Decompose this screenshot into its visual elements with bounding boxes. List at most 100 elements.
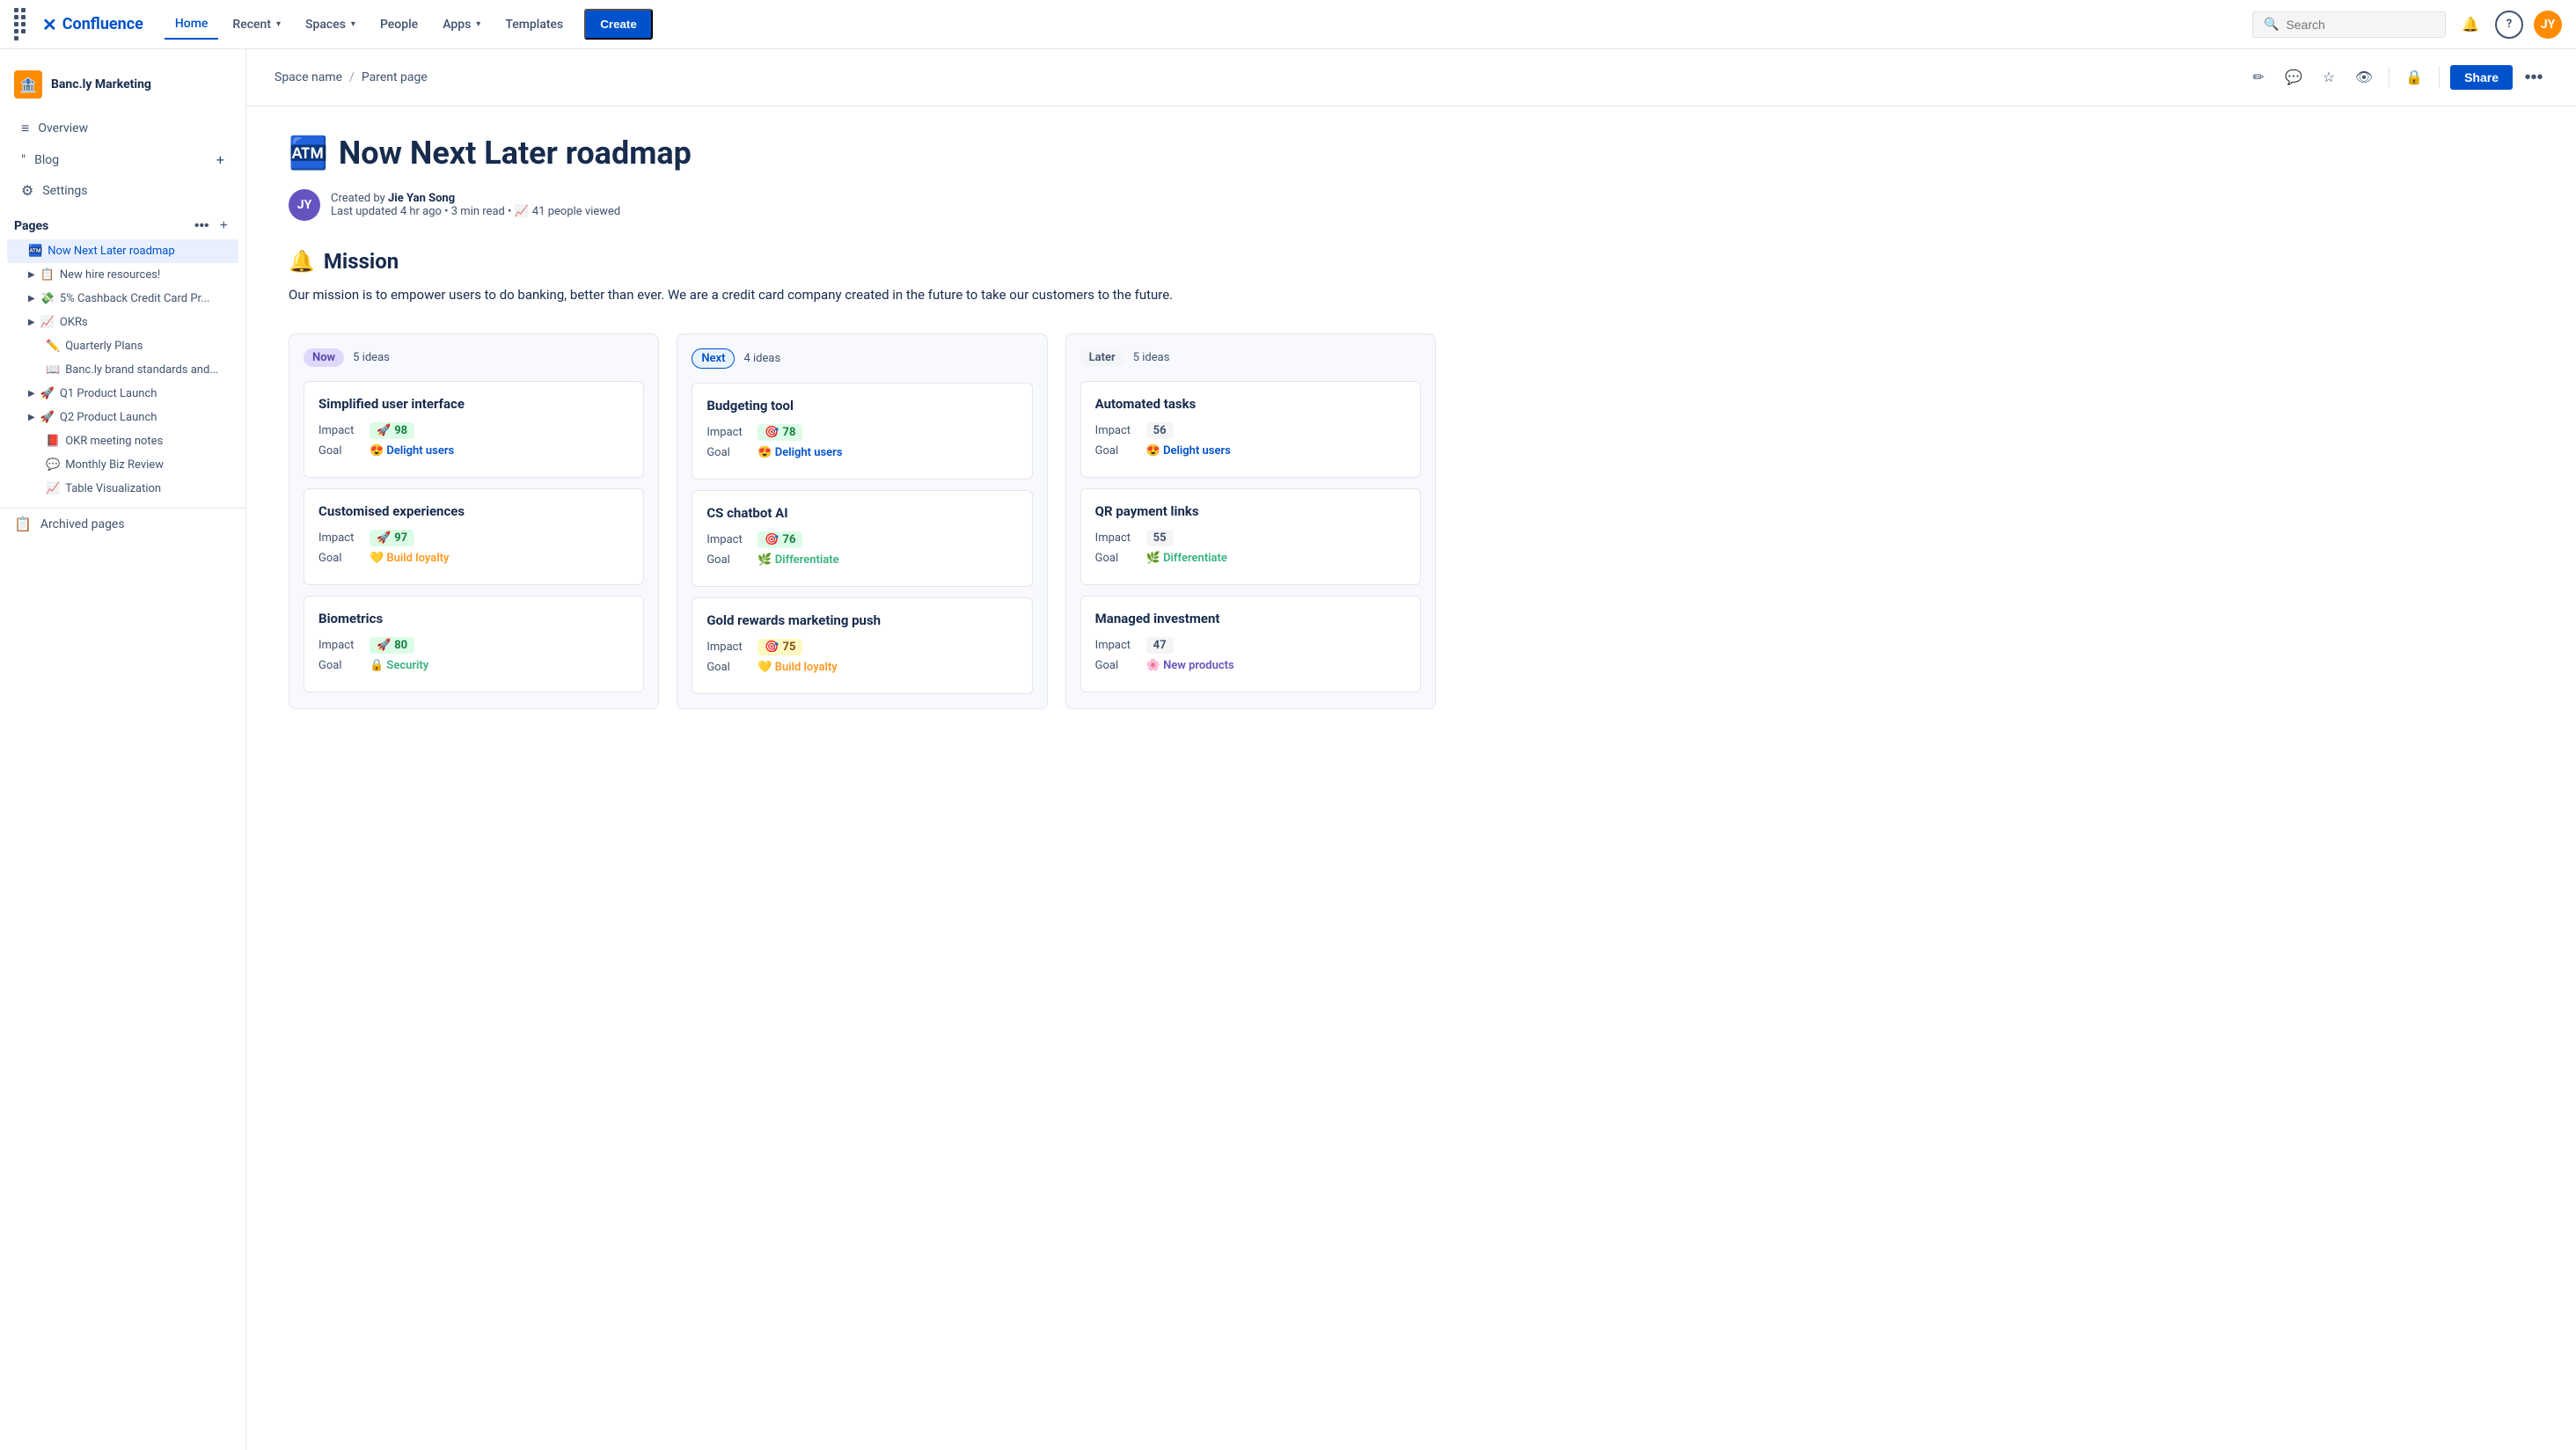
sidebar-page-quarterly[interactable]: ✏️ Quarterly Plans [7, 334, 238, 358]
impact-label: Impact [1095, 531, 1139, 545]
author-created: Created by Jie Yan Song [331, 192, 620, 205]
restrict-button[interactable]: 🔒 [2400, 63, 2428, 92]
sidebar-page-okr-notes[interactable]: 📕 OKR meeting notes [7, 429, 238, 453]
page-title-section: 🏧 Now Next Later roadmap [289, 135, 1436, 172]
author-avatar: JY [289, 189, 320, 221]
card-title: Gold rewards marketing push [706, 612, 1017, 628]
star-button[interactable]: ☆ [2315, 63, 2343, 92]
more-actions-button[interactable]: ••• [2520, 63, 2548, 92]
idea-card-1[interactable]: QR payment links Impact 55 Goal 🌿 Differ… [1080, 488, 1421, 585]
sidebar-page-new-hire[interactable]: ▶ 📋 New hire resources! [7, 263, 238, 287]
column-badge: Later [1080, 348, 1124, 367]
pages-add-button[interactable]: + [216, 216, 231, 236]
card-goal-row: Goal 🌿 Differentiate [1095, 552, 1406, 565]
idea-card-1[interactable]: CS chatbot AI Impact 🎯76 Goal 🌿 Differen… [692, 490, 1032, 587]
sidebar-page-q1[interactable]: ▶ 🚀 Q1 Product Launch [7, 382, 238, 406]
goal-label: Goal [318, 444, 362, 458]
sidebar-settings[interactable]: ⚙ Settings [7, 175, 238, 206]
chevron-right-icon: ▶ [28, 318, 35, 327]
impact-badge: 🎯76 [757, 531, 802, 548]
goal-value: 😍 Delight users [370, 444, 454, 458]
nav-people[interactable]: People [370, 11, 428, 39]
grid-menu-button[interactable] [14, 8, 30, 40]
impact-badge: 🚀80 [370, 637, 414, 654]
card-title: Customised experiences [318, 503, 629, 519]
notifications-button[interactable]: 🔔 [2456, 11, 2485, 39]
idea-card-0[interactable]: Simplified user interface Impact 🚀98 Goa… [304, 381, 644, 478]
blog-add-icon[interactable]: + [216, 151, 224, 168]
breadcrumb-parent[interactable]: Parent page [362, 70, 428, 84]
nav-spaces[interactable]: Spaces▾ [295, 11, 366, 39]
impact-badge: 56 [1146, 422, 1174, 439]
user-avatar[interactable]: JY [2534, 11, 2562, 39]
page-title: Now Next Later roadmap [339, 135, 692, 172]
nav-home[interactable]: Home [165, 10, 219, 40]
watch-button[interactable]: 👁 [2350, 63, 2378, 92]
goal-value: 😍 Delight users [1146, 444, 1231, 458]
sidebar-page-okrs[interactable]: ▶ 📈 OKRs [7, 311, 238, 334]
top-navigation: ✕ Confluence Home Recent▾ Spaces▾ People… [0, 0, 2576, 49]
goal-value: 🔒 Security [370, 659, 428, 672]
idea-card-0[interactable]: Budgeting tool Impact 🎯78 Goal 😍 Delight… [692, 383, 1032, 480]
impact-badge: 🚀98 [370, 422, 414, 439]
column-header: Later 5 ideas [1080, 348, 1421, 367]
sidebar-overview[interactable]: ≡ Overview [7, 113, 238, 144]
search-input[interactable] [2286, 18, 2434, 32]
mission-title: 🔔 Mission [289, 249, 1436, 274]
create-button[interactable]: Create [584, 9, 653, 40]
card-title: CS chatbot AI [706, 505, 1017, 521]
card-title: Budgeting tool [706, 398, 1017, 414]
chevron-right-icon: ▶ [28, 270, 35, 280]
card-goal-row: Goal 😍 Delight users [1095, 444, 1406, 458]
card-impact-row: Impact 55 [1095, 530, 1406, 546]
goal-value: 🌸 New products [1146, 659, 1234, 672]
main-content: Space name / Parent page ✏ 💬 ☆ 👁 🔒 Share… [246, 49, 2576, 1450]
idea-card-0[interactable]: Automated tasks Impact 56 Goal 😍 Delight… [1080, 381, 1421, 478]
goal-label: Goal [706, 553, 750, 567]
mission-text: Our mission is to empower users to do ba… [289, 284, 1436, 305]
column-header: Now5 ideas [304, 348, 644, 367]
main-layout: 🏦 Banc.ly Marketing ≡ Overview " Blog + … [0, 49, 2576, 1450]
archived-pages[interactable]: 📋 Archived pages [0, 508, 245, 539]
column-ideas-count: 5 ideas [1133, 351, 1170, 364]
nav-recent[interactable]: Recent▾ [222, 11, 291, 39]
pages-more-button[interactable]: ••• [191, 216, 213, 236]
card-title: QR payment links [1095, 503, 1406, 519]
edit-button[interactable]: ✏ [2244, 63, 2272, 92]
card-goal-row: Goal 😍 Delight users [318, 444, 629, 458]
idea-card-2[interactable]: Gold rewards marketing push Impact 🎯75 G… [692, 597, 1032, 694]
breadcrumb-separator: / [349, 70, 355, 84]
sidebar-page-brand[interactable]: 📖 Banc.ly brand standards and... [7, 358, 238, 382]
page-actions: ✏ 💬 ☆ 👁 🔒 Share ••• [2244, 63, 2548, 92]
breadcrumb-space[interactable]: Space name [274, 70, 342, 84]
card-goal-row: Goal 🌸 New products [1095, 659, 1406, 672]
sidebar-page-cashback[interactable]: ▶ 💸 5% Cashback Credit Card Pr... [7, 287, 238, 311]
pages-section-header: Pages ••• + [0, 206, 245, 239]
chevron-right-icon: ▶ [28, 413, 35, 422]
sidebar-page-q2[interactable]: ▶ 🚀 Q2 Product Launch [7, 406, 238, 429]
nav-templates[interactable]: Templates [494, 11, 574, 39]
search-icon: 🔍 [2264, 18, 2279, 32]
help-button[interactable]: ? [2495, 11, 2523, 39]
sidebar-page-biz-review[interactable]: 💬 Monthly Biz Review [7, 453, 238, 477]
card-impact-row: Impact 🎯78 [706, 424, 1017, 441]
topnav-right: 🔍 🔔 ? JY [2252, 11, 2562, 39]
column-ideas-count: 4 ideas [743, 352, 780, 365]
space-header[interactable]: 🏦 Banc.ly Marketing [0, 63, 245, 113]
column-badge: Now [304, 348, 344, 367]
logo[interactable]: ✕ Confluence [42, 14, 143, 35]
comment-button[interactable]: 💬 [2280, 63, 2308, 92]
idea-card-2[interactable]: Biometrics Impact 🚀80 Goal 🔒 Security [304, 596, 644, 692]
idea-card-2[interactable]: Managed investment Impact 47 Goal 🌸 New … [1080, 596, 1421, 692]
share-button[interactable]: Share [2450, 65, 2513, 90]
idea-card-1[interactable]: Customised experiences Impact 🚀97 Goal 💛… [304, 488, 644, 585]
nav-apps[interactable]: Apps▾ [432, 11, 491, 39]
search-box[interactable]: 🔍 [2252, 11, 2446, 38]
space-name: Banc.ly Marketing [51, 77, 151, 92]
chevron-right-icon: ▶ [28, 389, 35, 399]
confluence-x-icon: ✕ [42, 14, 57, 35]
overview-icon: ≡ [21, 120, 29, 137]
sidebar-page-table-viz[interactable]: 📈 Table Visualization [7, 477, 238, 501]
sidebar-page-roadmap[interactable]: 🏧 Now Next Later roadmap [7, 239, 238, 263]
sidebar-blog[interactable]: " Blog + [7, 144, 238, 175]
